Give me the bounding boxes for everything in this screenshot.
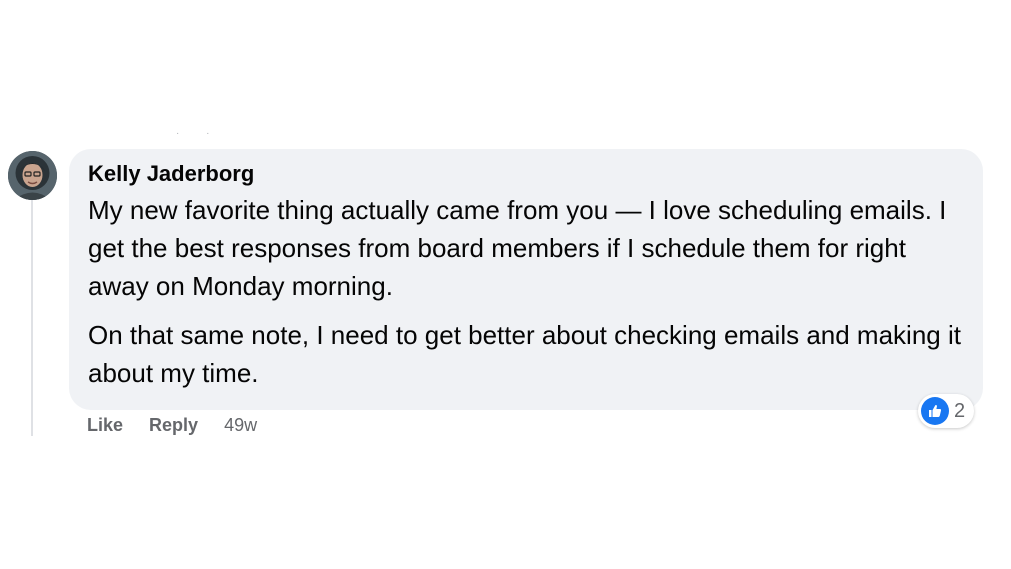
comment-paragraph-2: On that same note, I need to get better … <box>88 320 961 388</box>
reaction-summary[interactable]: 2 <box>918 394 975 428</box>
avatar-image <box>8 151 57 200</box>
comment-author[interactable]: Kelly Jaderborg <box>88 161 965 187</box>
like-button[interactable]: Like <box>87 413 123 437</box>
comment-timestamp[interactable]: 49w <box>224 413 257 437</box>
avatar[interactable] <box>8 151 57 200</box>
comment-actions: Like Reply 49w <box>87 413 257 437</box>
comment-bubble: Kelly Jaderborg My new favorite thing ac… <box>69 149 983 410</box>
divider-dots: · · <box>176 128 222 139</box>
thread-line <box>31 200 33 436</box>
reply-button[interactable]: Reply <box>149 413 198 437</box>
comment-paragraph-1: My new favorite thing actually came from… <box>88 195 947 301</box>
reaction-count: 2 <box>954 399 966 422</box>
thumbs-up-icon <box>921 397 949 425</box>
